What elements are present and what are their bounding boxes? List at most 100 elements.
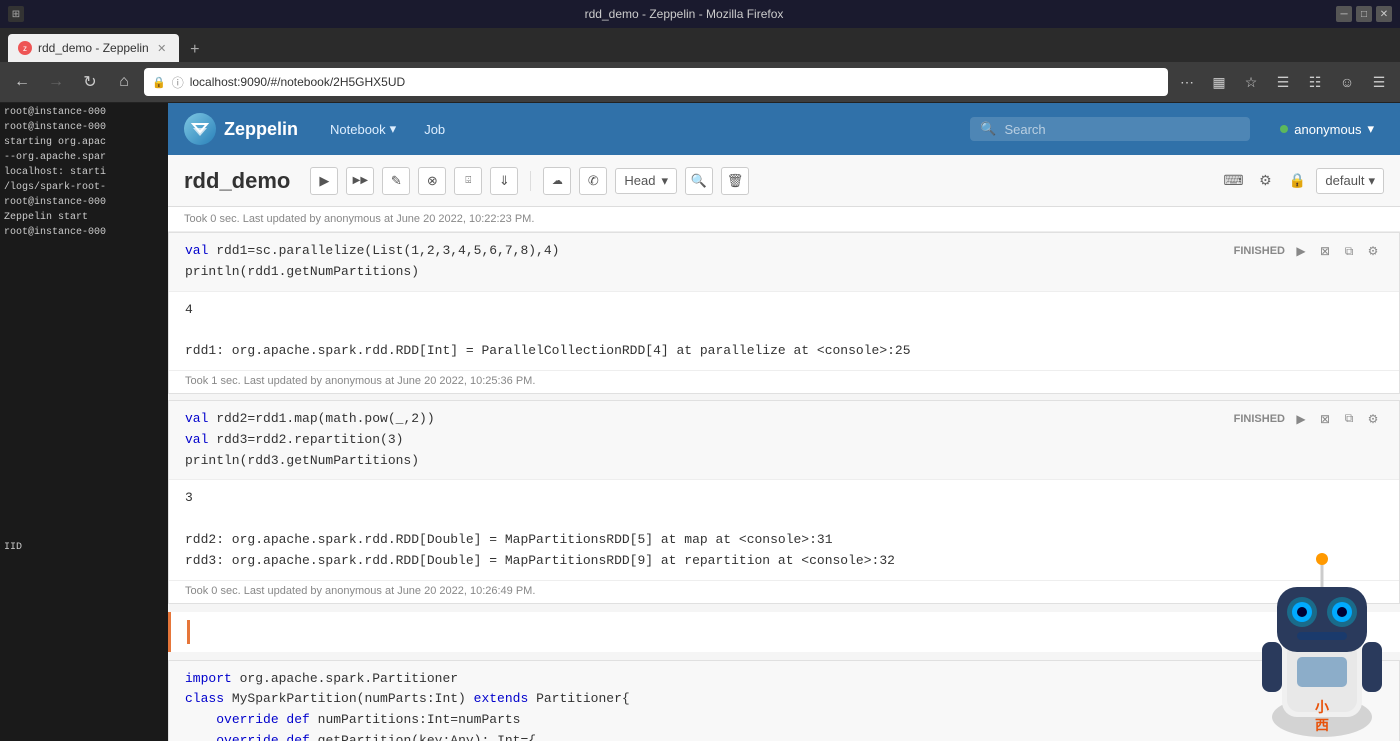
bookmarks-library[interactable]: ☰ bbox=[1270, 69, 1296, 95]
home-button[interactable]: ⌂ bbox=[110, 68, 138, 96]
cell-1-out-3: rdd1: org.apache.spark.rdd.RDD[Int] = Pa… bbox=[185, 341, 1383, 362]
cell-4-run-btn[interactable]: ▶ bbox=[1363, 669, 1383, 689]
cell-2-status: FINISHED bbox=[1234, 413, 1285, 425]
main-layout: root@instance-000 root@instance-000 star… bbox=[0, 103, 1400, 741]
account-button[interactable]: ☺ bbox=[1334, 69, 1360, 95]
cell-1-out-1: 4 bbox=[185, 300, 1383, 321]
maximize-button[interactable]: □ bbox=[1356, 6, 1372, 22]
cell-2-line-2: val rdd3=rdd2.repartition(3) bbox=[185, 430, 1383, 451]
nav-notebook-label: Notebook bbox=[330, 122, 386, 137]
logo-icon bbox=[184, 113, 216, 145]
cell-4-icons: ▶ bbox=[1363, 669, 1383, 689]
extensions-button[interactable]: ⋯ bbox=[1174, 69, 1200, 95]
tab-close-button[interactable]: ✕ bbox=[155, 41, 169, 55]
shield-button[interactable]: ▦ bbox=[1206, 69, 1232, 95]
search-input[interactable] bbox=[1004, 122, 1240, 137]
cell-empty bbox=[168, 612, 1400, 652]
browser-tab-active[interactable]: z rdd_demo - Zeppelin ✕ bbox=[8, 34, 179, 62]
menu-button[interactable]: ☰ bbox=[1366, 69, 1392, 95]
browser-chrome: z rdd_demo - Zeppelin ✕ + ← → ↻ ⌂ 🔒 ⓘ lo… bbox=[0, 28, 1400, 103]
interpreter-chevron: ▾ bbox=[1368, 173, 1375, 189]
terminal-line-9: root@instance-000 bbox=[4, 225, 164, 240]
browser-tabs: z rdd_demo - Zeppelin ✕ + bbox=[0, 28, 1400, 62]
interpreter-select[interactable]: default ▾ bbox=[1316, 168, 1384, 194]
terminal-line-1: root@instance-000 bbox=[4, 105, 164, 120]
zeppelin-logo[interactable]: Zeppelin bbox=[184, 113, 298, 145]
cell-2-run-btn[interactable]: ▶ bbox=[1291, 409, 1311, 429]
cell-1-code[interactable]: val rdd1=sc.parallelize(List(1,2,3,4,5,6… bbox=[185, 241, 1383, 283]
terminal-sidebar: root@instance-000 root@instance-000 star… bbox=[0, 103, 168, 741]
cell-1-status-area: FINISHED ▶ ⊠ ⧉ ⚙ bbox=[1234, 241, 1383, 261]
zeppelin-header: Zeppelin Notebook ▾ Job 🔍 anonymous ▾ bbox=[168, 103, 1400, 155]
cell-1-run-btn[interactable]: ▶ bbox=[1291, 241, 1311, 261]
nav-notebook-chevron: ▾ bbox=[390, 121, 397, 137]
commit-button[interactable]: ✆ bbox=[579, 167, 607, 195]
os-icon: ⊞ bbox=[8, 6, 24, 22]
address-bar[interactable]: 🔒 ⓘ localhost:9090/#/notebook/2H5GHX5UD bbox=[144, 68, 1168, 96]
cell-2-copy-btn[interactable]: ⧉ bbox=[1339, 409, 1359, 429]
import-button[interactable]: ☁ bbox=[543, 167, 571, 195]
cell-2-out-1: 3 bbox=[185, 488, 1383, 509]
delete-notebook-button[interactable]: 🗑 bbox=[721, 167, 749, 195]
cell-2-stop-btn[interactable]: ⊠ bbox=[1315, 409, 1335, 429]
user-name: anonymous bbox=[1294, 122, 1361, 137]
cell-1-copy-btn[interactable]: ⧉ bbox=[1339, 241, 1359, 261]
bookmark-button[interactable]: ☆ bbox=[1238, 69, 1264, 95]
zeppelin-app: Zeppelin Notebook ▾ Job 🔍 anonymous ▾ bbox=[168, 103, 1400, 741]
header-nav: Notebook ▾ Job bbox=[318, 115, 457, 143]
export-button[interactable]: ⇓ bbox=[490, 167, 518, 195]
cell-4-code[interactable]: import org.apache.spark.Partitioner clas… bbox=[185, 669, 1383, 741]
cell-1-editor[interactable]: val rdd1=sc.parallelize(List(1,2,3,4,5,6… bbox=[169, 233, 1399, 292]
cell-1-settings-btn[interactable]: ⚙ bbox=[1363, 241, 1383, 261]
toolbar-separator-1 bbox=[530, 171, 531, 191]
head-dropdown[interactable]: Head ▾ bbox=[615, 168, 677, 194]
cell-4: import org.apache.spark.Partitioner clas… bbox=[168, 660, 1400, 741]
os-title: rdd_demo - Zeppelin - Mozilla Firefox bbox=[32, 7, 1336, 21]
nav-notebook[interactable]: Notebook ▾ bbox=[318, 115, 408, 143]
edit-button[interactable]: ✎ bbox=[382, 167, 410, 195]
minimize-button[interactable]: ─ bbox=[1336, 6, 1352, 22]
svg-text:z: z bbox=[23, 44, 27, 53]
cell-2: val rdd2=rdd1.map(math.pow(_,2)) val rdd… bbox=[168, 400, 1400, 604]
cell-meta-first: Took 0 sec. Last updated by anonymous at… bbox=[168, 207, 1400, 232]
cell-1-icons: ▶ ⊠ ⧉ ⚙ bbox=[1291, 241, 1383, 261]
header-search[interactable]: 🔍 bbox=[970, 117, 1250, 141]
nav-job[interactable]: Job bbox=[412, 116, 457, 143]
tab-favicon: z bbox=[18, 41, 32, 55]
cell-4-status-area: ERROR ▶ bbox=[1317, 669, 1383, 689]
head-dropdown-chevron: ▾ bbox=[661, 173, 668, 189]
reload-button[interactable]: ↻ bbox=[76, 68, 104, 96]
forward-button[interactable]: → bbox=[42, 68, 70, 96]
cell-1-status: FINISHED bbox=[1234, 245, 1285, 257]
cell-4-status: ERROR bbox=[1317, 673, 1357, 685]
run-all-button[interactable]: ▶ bbox=[310, 167, 338, 195]
run-all-below-button[interactable]: ▶▶ bbox=[346, 167, 374, 195]
interpreter-label: default bbox=[1325, 173, 1364, 188]
keyboard-icon[interactable]: ⌨ bbox=[1220, 168, 1246, 194]
cell-1-stop-btn[interactable]: ⊠ bbox=[1315, 241, 1335, 261]
terminal-line-2: root@instance-000 bbox=[4, 120, 164, 135]
cell-2-editor[interactable]: val rdd2=rdd1.map(math.pow(_,2)) val rdd… bbox=[169, 401, 1399, 480]
user-status-dot bbox=[1280, 125, 1288, 133]
clone-button[interactable]: ⌹ bbox=[454, 167, 482, 195]
new-tab-button[interactable]: + bbox=[183, 38, 207, 62]
cell-4-line-4: override def getPartition(key:Any): Int=… bbox=[185, 731, 1383, 741]
security-icon: 🔒 bbox=[152, 76, 166, 89]
settings-icon[interactable]: ⚙ bbox=[1252, 168, 1278, 194]
user-menu[interactable]: anonymous ▾ bbox=[1270, 115, 1384, 143]
nav-job-label: Job bbox=[424, 122, 445, 137]
info-icon: ⓘ bbox=[172, 74, 184, 91]
cell-2-settings-btn[interactable]: ⚙ bbox=[1363, 409, 1383, 429]
cell-2-code[interactable]: val rdd2=rdd1.map(math.pow(_,2)) val rdd… bbox=[185, 409, 1383, 471]
lock-icon[interactable]: 🔒 bbox=[1284, 168, 1310, 194]
search-in-notebook-button[interactable]: 🔍 bbox=[685, 167, 713, 195]
address-url[interactable]: localhost:9090/#/notebook/2H5GHX5UD bbox=[190, 75, 1160, 89]
os-window-controls[interactable]: ─ □ ✕ bbox=[1336, 6, 1392, 22]
cell-4-editor[interactable]: import org.apache.spark.Partitioner clas… bbox=[169, 661, 1399, 741]
close-window-button[interactable]: ✕ bbox=[1376, 6, 1392, 22]
clear-output-button[interactable]: ⊗ bbox=[418, 167, 446, 195]
notebook-content[interactable]: Took 0 sec. Last updated by anonymous at… bbox=[168, 207, 1400, 741]
synced-tabs[interactable]: ☷ bbox=[1302, 69, 1328, 95]
terminal-line-3: starting org.apac bbox=[4, 135, 164, 150]
back-button[interactable]: ← bbox=[8, 68, 36, 96]
